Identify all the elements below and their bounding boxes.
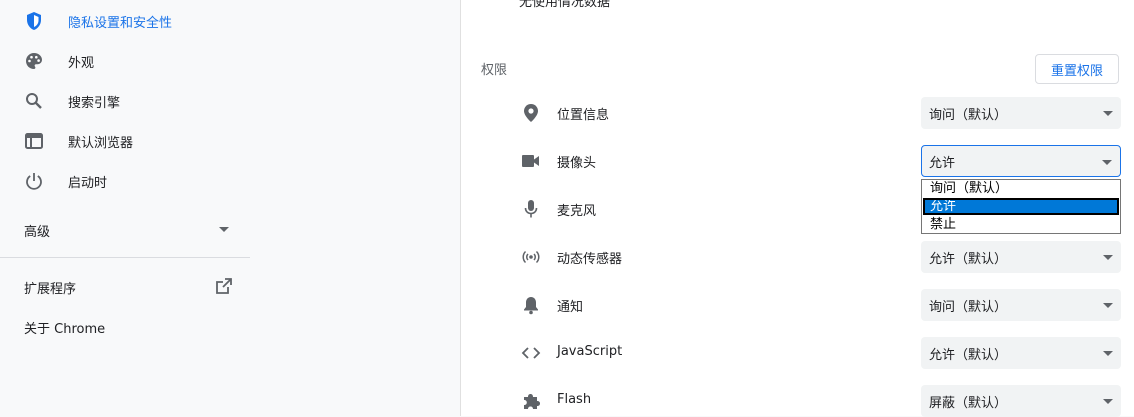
dropdown-arrow-icon <box>1103 303 1113 308</box>
advanced-label: 高级 <box>24 225 51 240</box>
flash-select[interactable]: 屏蔽（默认） <box>921 385 1121 417</box>
microphone-icon <box>521 199 541 219</box>
sidebar: 隐私设置和安全性 外观 搜索引擎 默认浏览器 启动时 高级 扩展程序 关于 Ch… <box>0 0 250 416</box>
javascript-select[interactable]: 允许（默认） <box>921 337 1121 369</box>
permission-row-location: 位置信息 询问（默认） <box>461 97 1134 129</box>
dropdown-arrow-icon <box>1103 255 1113 260</box>
sidebar-item-on-startup[interactable]: 启动时 <box>0 161 250 201</box>
sidebar-item-label: 隐私设置和安全性 <box>68 16 173 31</box>
shield-icon <box>22 11 46 31</box>
palette-icon <box>22 51 46 71</box>
about-chrome-link[interactable]: 关于 Chrome <box>24 318 105 337</box>
permission-label: Flash <box>557 392 592 407</box>
sidebar-item-privacy-security[interactable]: 隐私设置和安全性 <box>0 1 250 41</box>
power-icon <box>22 171 46 191</box>
permission-label: JavaScript <box>557 344 623 359</box>
settings-card: 无使用情况数据 权限 重置权限 位置信息 询问（默认） 摄像头 允许 询问（默认… <box>460 0 1134 417</box>
location-select[interactable]: 询问（默认） <box>921 97 1121 129</box>
permission-row-javascript: JavaScript 允许（默认） <box>461 337 1134 369</box>
usage-data-text: 无使用情况数据 <box>519 0 611 10</box>
dropdown-arrow-icon <box>1102 160 1112 165</box>
divider <box>0 257 250 258</box>
sensors-select[interactable]: 允许（默认） <box>921 241 1121 273</box>
puzzle-icon <box>521 391 541 411</box>
search-icon <box>22 91 46 111</box>
permission-label: 麦克风 <box>557 204 597 219</box>
select-value: 屏蔽（默认） <box>929 396 1008 411</box>
permission-label: 摄像头 <box>557 156 597 171</box>
camera-select[interactable]: 允许 <box>921 145 1121 177</box>
sidebar-item-search-engine[interactable]: 搜索引擎 <box>0 81 250 121</box>
extensions-label: 扩展程序 <box>24 282 77 297</box>
caret-down-icon <box>219 227 229 232</box>
dropdown-option-block[interactable]: 禁止 <box>923 216 1119 233</box>
select-value: 允许（默认） <box>929 348 1008 363</box>
extensions-link[interactable]: 扩展程序 <box>0 268 250 304</box>
select-value: 允许（默认） <box>929 252 1008 267</box>
camera-dropdown-list: 询问（默认） 允许 禁止 <box>921 179 1121 234</box>
code-icon <box>521 343 541 363</box>
sidebar-item-label: 搜索引擎 <box>68 96 121 111</box>
permission-row-notifications: 通知 询问（默认） <box>461 289 1134 321</box>
reset-permissions-button[interactable]: 重置权限 <box>1035 54 1119 84</box>
dropdown-option-ask[interactable]: 询问（默认） <box>923 180 1119 197</box>
location-pin-icon <box>521 103 541 123</box>
dropdown-option-allow[interactable]: 允许 <box>923 198 1119 215</box>
browser-window-icon <box>22 131 46 151</box>
sidebar-item-label: 启动时 <box>68 176 108 191</box>
sensors-icon <box>521 247 541 267</box>
notifications-select[interactable]: 询问（默认） <box>921 289 1121 321</box>
camera-icon <box>521 151 541 171</box>
select-value: 询问（默认） <box>929 108 1008 123</box>
open-in-new-icon <box>214 276 234 296</box>
select-value: 询问（默认） <box>929 300 1008 315</box>
select-value: 允许 <box>929 156 956 171</box>
advanced-toggle[interactable]: 高级 <box>0 210 250 248</box>
dropdown-arrow-icon <box>1103 399 1113 404</box>
permission-label: 动态传感器 <box>557 252 623 267</box>
sidebar-item-label: 外观 <box>68 56 95 71</box>
permission-row-sensors: 动态传感器 允许（默认） <box>461 241 1134 273</box>
section-title: 权限 <box>481 63 508 78</box>
dropdown-arrow-icon <box>1103 351 1113 356</box>
permission-row-camera: 摄像头 允许 <box>461 145 1134 177</box>
sidebar-item-default-browser[interactable]: 默认浏览器 <box>0 121 250 161</box>
permission-label: 通知 <box>557 300 584 315</box>
permission-row-flash: Flash 屏蔽（默认） <box>461 385 1134 417</box>
bell-icon <box>521 295 541 315</box>
permission-label: 位置信息 <box>557 108 610 123</box>
dropdown-arrow-icon <box>1103 111 1113 116</box>
sidebar-item-label: 默认浏览器 <box>68 136 134 151</box>
sidebar-item-appearance[interactable]: 外观 <box>0 41 250 81</box>
